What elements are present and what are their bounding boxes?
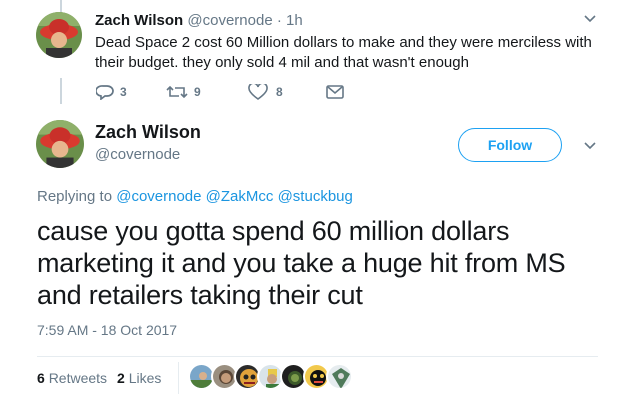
message-button[interactable] [326, 85, 344, 99]
like-count: 8 [276, 85, 283, 99]
mention-link[interactable]: @covernode [116, 188, 201, 205]
chevron-down-icon[interactable] [583, 138, 597, 157]
retweet-count: 9 [194, 85, 201, 99]
mention-link[interactable]: @ZakMcc [206, 188, 274, 205]
reply-icon [96, 84, 114, 100]
separator: · [276, 12, 282, 29]
retweets-count: 6 [37, 370, 45, 386]
tweet-text: Dead Space 2 cost 60 Million dollars to … [95, 34, 592, 71]
avatar[interactable] [326, 363, 353, 390]
tweet-actions: 3 9 8 [96, 84, 344, 100]
avatar[interactable] [36, 12, 82, 58]
message-icon [326, 85, 344, 99]
author-name[interactable]: Zach Wilson [95, 122, 201, 143]
author-handle[interactable]: @covernode [187, 12, 272, 29]
tweet-timestamp[interactable]: 7:59 AM - 18 Oct 2017 [37, 322, 177, 338]
tweet-time[interactable]: 1h [286, 12, 303, 29]
author-name[interactable]: Zach Wilson [95, 12, 183, 29]
retweet-button[interactable]: 9 [166, 84, 248, 100]
tweet-text: cause you gotta spend 60 million dollars… [37, 216, 566, 310]
replying-prefix: Replying to [37, 188, 113, 205]
author-handle[interactable]: @covernode [95, 146, 180, 163]
like-icon [248, 84, 268, 100]
retweets-stat[interactable]: 6 Retweets [37, 370, 107, 386]
parent-tweet[interactable]: Zach Wilson @covernode · 1h Dead Space 2… [95, 11, 605, 73]
chevron-down-icon[interactable] [583, 11, 597, 30]
retweets-label: Retweets [48, 370, 108, 386]
likes-label: Likes [128, 370, 162, 386]
tweet-stats: 6 Retweets 2 Likes [37, 370, 161, 386]
likes-stat[interactable]: 2 Likes [117, 370, 161, 386]
thread-line [60, 78, 62, 104]
avatar[interactable] [36, 120, 84, 168]
replying-to: Replying to @covernode @ZakMcc @stuckbug [37, 188, 353, 205]
liker-avatars [188, 363, 353, 390]
retweet-icon [166, 84, 188, 100]
divider [37, 356, 598, 357]
like-button[interactable]: 8 [248, 84, 326, 100]
reply-button[interactable]: 3 [96, 84, 166, 100]
reply-count: 3 [120, 85, 127, 99]
divider [178, 362, 179, 394]
mention-link[interactable]: @stuckbug [278, 188, 353, 205]
likes-count: 2 [117, 370, 125, 386]
follow-button[interactable]: Follow [458, 128, 562, 162]
